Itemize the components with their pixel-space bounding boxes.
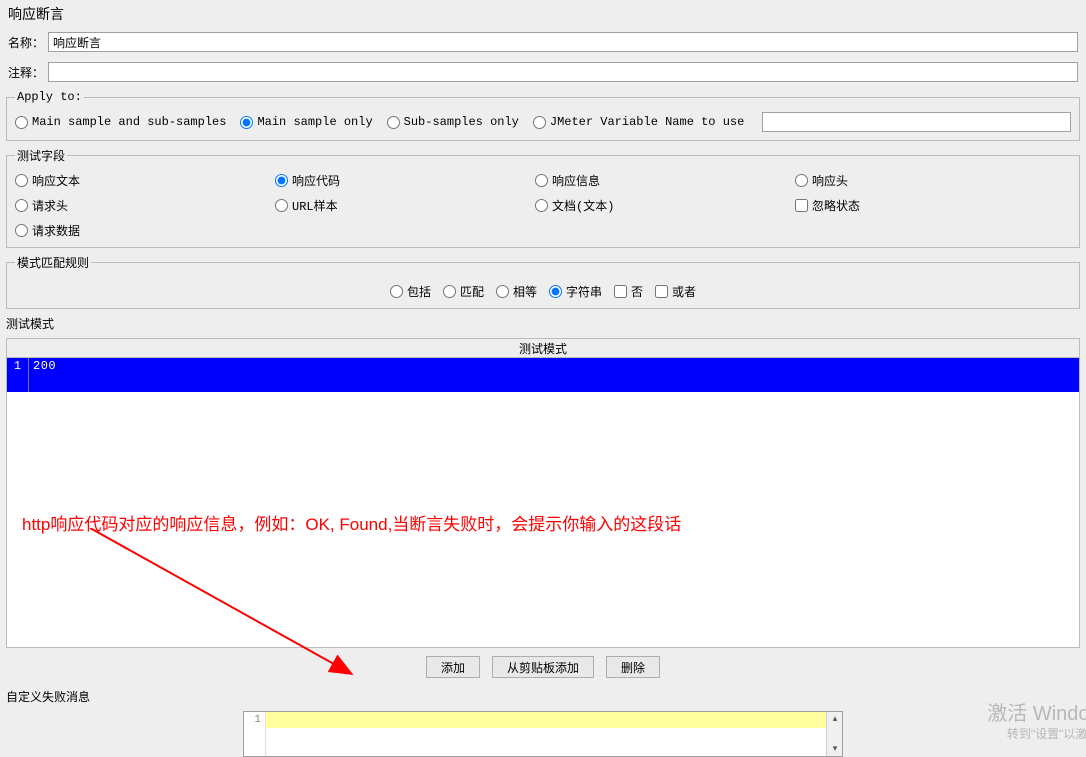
patterns-legend: 测试模式 (6, 313, 1080, 334)
name-label: 名称： (8, 34, 44, 51)
field-response-text[interactable]: 响应文本 (15, 172, 275, 189)
watermark-line2: 转到"设置"以激活 W (1007, 725, 1086, 742)
rule-matches[interactable]: 匹配 (443, 283, 484, 300)
apply-opt-sub-only[interactable]: Sub-samples only (387, 115, 519, 129)
apply-to-fieldset: Apply to: Main sample and sub-samples Ma… (6, 90, 1080, 141)
row-index: 1 (7, 358, 29, 392)
radio-sub-only[interactable] (387, 116, 400, 129)
radio-request-data[interactable] (15, 224, 28, 237)
field-request-data[interactable]: 请求数据 (15, 222, 275, 239)
radio-main-and-sub[interactable] (15, 116, 28, 129)
rule-contains[interactable]: 包括 (390, 283, 431, 300)
radio-url-sample[interactable] (275, 199, 288, 212)
radio-equals[interactable] (496, 285, 509, 298)
radio-matches[interactable] (443, 285, 456, 298)
rule-substring[interactable]: 字符串 (549, 283, 602, 300)
radio-response-headers[interactable] (795, 174, 808, 187)
annotation-text: http响应代码对应的响应信息，例如：OK, Found,当断言失败时，会提示你… (22, 510, 681, 535)
apply-opt-main-only[interactable]: Main sample only (240, 115, 372, 129)
radio-request-headers[interactable] (15, 199, 28, 212)
row-value[interactable]: 200 (29, 358, 1079, 392)
add-button[interactable]: 添加 (426, 656, 480, 678)
radio-response-text[interactable] (15, 174, 28, 187)
field-response-message[interactable]: 响应信息 (535, 172, 795, 189)
radio-response-code[interactable] (275, 174, 288, 187)
apply-to-legend: Apply to: (15, 90, 84, 104)
field-document[interactable]: 文档(文本) (535, 197, 795, 214)
apply-opt-variable[interactable]: JMeter Variable Name to use (533, 115, 744, 129)
checkbox-not[interactable] (614, 285, 627, 298)
delete-button[interactable]: 删除 (606, 656, 660, 678)
patterns-section: 测试模式 测试模式 1 200 添加 从剪贴板添加 删除 (6, 313, 1080, 682)
field-response-headers[interactable]: 响应头 (795, 172, 1071, 189)
fail-msg-legend: 自定义失败消息 (6, 686, 1080, 707)
rule-not[interactable]: 否 (614, 283, 643, 300)
page-title: 响应断言 (0, 0, 1086, 30)
comment-label: 注释： (8, 64, 44, 81)
editor-content[interactable] (266, 712, 826, 756)
apply-opt-main-and-sub[interactable]: Main sample and sub-samples (15, 115, 226, 129)
scroll-up-icon[interactable]: ▴ (827, 712, 843, 726)
checkbox-or[interactable] (655, 285, 668, 298)
test-field-fieldset: 测试字段 响应文本 响应代码 响应信息 响应头 请求头 URL样本 文档(文本) (6, 147, 1080, 248)
radio-main-only[interactable] (240, 116, 253, 129)
scroll-down-icon[interactable]: ▾ (827, 742, 843, 756)
fail-msg-editor[interactable]: 1 ▴ ▾ (243, 711, 843, 757)
match-rules-fieldset: 模式匹配规则 包括 匹配 相等 字符串 否 或者 (6, 254, 1080, 309)
radio-substring[interactable] (549, 285, 562, 298)
match-rules-legend: 模式匹配规则 (15, 254, 91, 271)
table-row[interactable]: 1 200 (7, 358, 1079, 392)
editor-gutter: 1 (244, 712, 266, 756)
field-response-code[interactable]: 响应代码 (275, 172, 535, 189)
radio-variable[interactable] (533, 116, 546, 129)
field-ignore-status[interactable]: 忽略状态 (795, 197, 1071, 214)
radio-contains[interactable] (390, 285, 403, 298)
rule-or[interactable]: 或者 (655, 283, 696, 300)
patterns-table-body[interactable]: 1 200 (6, 358, 1080, 648)
watermark-line1: 激活 Windows (987, 697, 1086, 726)
rule-equals[interactable]: 相等 (496, 283, 537, 300)
add-from-clipboard-button[interactable]: 从剪贴板添加 (492, 656, 594, 678)
radio-document[interactable] (535, 199, 548, 212)
radio-response-message[interactable] (535, 174, 548, 187)
test-field-legend: 测试字段 (15, 147, 67, 164)
name-input[interactable] (48, 32, 1078, 52)
field-request-headers[interactable]: 请求头 (15, 197, 275, 214)
comment-input[interactable] (48, 62, 1078, 82)
fail-msg-section: 自定义失败消息 1 ▴ ▾ (6, 686, 1080, 757)
patterns-table-header: 测试模式 (6, 338, 1080, 358)
editor-scrollbar[interactable]: ▴ ▾ (826, 712, 842, 756)
checkbox-ignore-status[interactable] (795, 199, 808, 212)
field-url-sample[interactable]: URL样本 (275, 197, 535, 214)
variable-name-input[interactable] (762, 112, 1071, 132)
